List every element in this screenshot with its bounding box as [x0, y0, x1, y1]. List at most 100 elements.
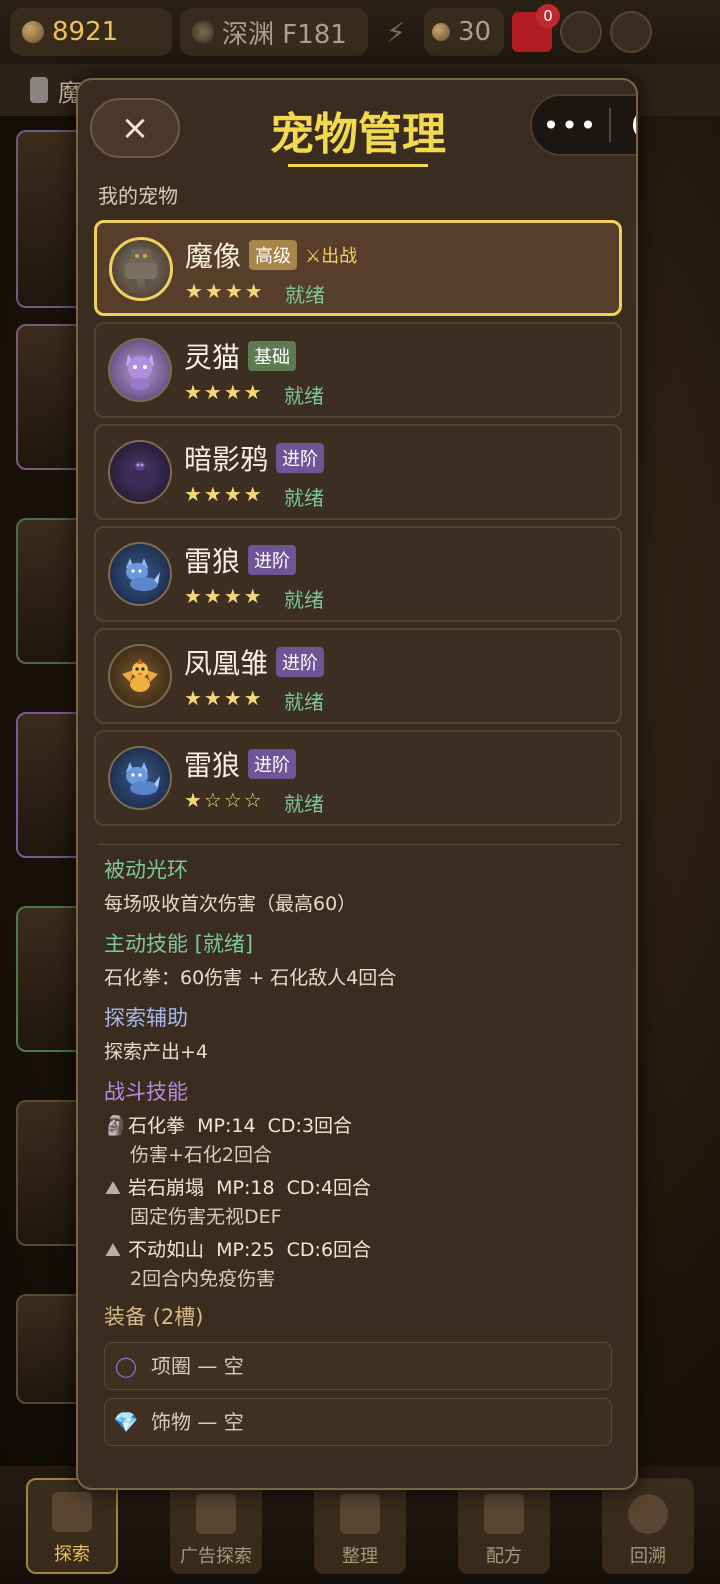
- mountain-icon: ⛰: [105, 1177, 121, 1199]
- nav-rewind[interactable]: 回溯: [602, 1478, 694, 1574]
- cat-shape: [126, 354, 154, 390]
- golem-shape: [125, 249, 157, 289]
- wolf-shape: [126, 558, 160, 591]
- notification-badge: 0: [536, 4, 560, 28]
- nav-label: 回溯: [630, 1546, 666, 1567]
- pet-name-row: 灵猫 基础: [184, 336, 297, 376]
- pet-name-row: 凤凰雏 进阶: [184, 642, 325, 682]
- pet-name-row: 魔像 高级 ⚔出战: [185, 235, 357, 275]
- mountain-icon: ⛰: [105, 1239, 121, 1261]
- star-rating: ★☆☆☆: [184, 788, 264, 812]
- pet-card[interactable]: 雷狼 进阶 ★☆☆☆ 就绪: [94, 730, 622, 826]
- pet-name: 雷狼: [184, 749, 241, 782]
- tier-badge: 进阶: [248, 545, 297, 575]
- skill-desc: 伤害+石化2回合: [130, 1144, 273, 1166]
- pet-name-row: 暗影鸦 进阶: [184, 438, 325, 478]
- nav-recipe[interactable]: 配方: [458, 1478, 550, 1574]
- title-underline: [288, 164, 428, 167]
- miniprogram-capsule: •••: [530, 94, 636, 156]
- nav-organize[interactable]: 整理: [314, 1478, 406, 1574]
- skill-desc: 2回合内免疫伤害: [130, 1268, 276, 1290]
- tier-badge: 基础: [248, 341, 297, 371]
- exit-miniprogram-button[interactable]: [611, 109, 636, 141]
- wolf-avatar-icon: [108, 542, 172, 606]
- nav-label: 配方: [486, 1546, 522, 1567]
- nav-label: 广告探索: [180, 1546, 252, 1567]
- lightning-icon[interactable]: ⚡: [376, 16, 416, 49]
- pet-card[interactable]: 灵猫 基础 ★★★★ 就绪: [94, 322, 622, 418]
- pet-card[interactable]: 暗影鸦 进阶 ★★★★ 就绪: [94, 424, 622, 520]
- pet-name-row: 雷狼 进阶: [184, 744, 297, 784]
- pet-card[interactable]: 魔像 高级 ⚔出战 ★★★★ 就绪: [94, 220, 622, 316]
- pet-status: 就绪: [284, 588, 324, 612]
- skill-mp: MP:18: [216, 1177, 275, 1199]
- box-icon: [340, 1494, 380, 1534]
- wolf-avatar-icon: [108, 746, 172, 810]
- skill-line: 🗿石化拳 MP:14 CD:3回合: [104, 1117, 624, 1136]
- pet-name: 灵猫: [184, 341, 241, 374]
- pet-status: 就绪: [284, 486, 324, 510]
- battle-skill: ⛰ 岩石崩塌 MP:18 CD:4回合 固定伤害无视DEF: [104, 1179, 624, 1227]
- dungeon-icon: [192, 21, 214, 43]
- tier-badge: 进阶: [248, 749, 297, 779]
- pet-status: 就绪: [285, 283, 325, 307]
- equipment-slot-collar[interactable]: ◯ 项圈 — 空: [104, 1342, 612, 1390]
- map-icon: [52, 1492, 92, 1532]
- star-rating: ★★★★: [184, 482, 264, 506]
- target-icon: [633, 109, 636, 141]
- star-rating: ★★★★: [185, 279, 265, 303]
- pet-status: 就绪: [284, 792, 324, 816]
- coin-value: 8921: [52, 17, 119, 47]
- pet-card[interactable]: 雷狼 进阶 ★★★★ 就绪: [94, 526, 622, 622]
- slot-label: 项圈 — 空: [151, 1354, 244, 1378]
- raven-avatar-icon: [108, 440, 172, 504]
- passive-text: 每场吸收首次伤害（最高60）: [104, 893, 357, 915]
- settings-gear-icon[interactable]: [610, 11, 652, 53]
- clock-icon: [628, 1494, 668, 1534]
- tier-badge: 进阶: [276, 443, 325, 473]
- card-counter: 30: [424, 8, 504, 56]
- pet-name: 暗影鸦: [184, 443, 269, 476]
- skill-cd: CD:3回合: [267, 1115, 353, 1137]
- battle-skill: 🗿石化拳 MP:14 CD:3回合 伤害+石化2回合: [104, 1117, 624, 1165]
- diamond-icon: 💎: [113, 1410, 139, 1434]
- golem-avatar-icon: [109, 237, 173, 301]
- nav-label: 探索: [54, 1544, 90, 1565]
- scroll-icon: [484, 1494, 524, 1534]
- active-skill-heading: 主动技能 [就绪]: [104, 932, 254, 956]
- star-rating: ★★★★: [184, 380, 264, 404]
- wolf-shape: [126, 762, 160, 795]
- chest-icon: [196, 1494, 236, 1534]
- nav-explore[interactable]: 探索: [26, 1478, 118, 1574]
- pet-card[interactable]: 凤凰雏 进阶 ★★★★ 就绪: [94, 628, 622, 724]
- equipment-heading: 装备 (2槽): [104, 1305, 204, 1329]
- raven-shape: [120, 458, 160, 488]
- pet-status: 就绪: [284, 690, 324, 714]
- floor-indicator: 深渊 F181: [180, 8, 368, 56]
- skill-desc: 固定伤害无视DEF: [130, 1206, 282, 1228]
- nav-ad-explore[interactable]: 广告探索: [170, 1478, 262, 1574]
- card-value: 30: [458, 17, 492, 47]
- gift-bag-icon[interactable]: 0: [512, 4, 560, 52]
- card-icon: [432, 23, 450, 41]
- pet-detail-panel: 被动光环 每场吸收首次伤害（最高60） 主动技能 [就绪] 石化拳：60伤害 +…: [104, 860, 624, 1454]
- equipment-slot-accessory[interactable]: 💎 饰物 — 空: [104, 1398, 612, 1446]
- pet-name-row: 雷狼 进阶: [184, 540, 297, 580]
- battle-skill: ⛰ 不动如山 MP:25 CD:6回合 2回合内免疫伤害: [104, 1241, 624, 1289]
- skill-name: 岩石崩塌: [128, 1177, 205, 1199]
- avatar-button[interactable]: [560, 11, 602, 53]
- skill-cd: CD:4回合: [286, 1177, 372, 1199]
- skill-cd: CD:6回合: [286, 1239, 372, 1261]
- explore-assist-text: 探索产出+4: [104, 1041, 209, 1063]
- star-rating: ★★★★: [184, 584, 264, 608]
- phoenix-shape: [122, 658, 158, 692]
- pet-name: 魔像: [185, 240, 242, 273]
- tier-badge: 高级: [249, 240, 298, 270]
- cat-avatar-icon: [108, 338, 172, 402]
- slot-label: 饰物 — 空: [151, 1410, 244, 1434]
- floor-value: 深渊 F181: [222, 19, 347, 50]
- active-skill-text: 石化拳：60伤害 + 石化敌人4回合: [104, 967, 397, 989]
- more-icon[interactable]: •••: [532, 109, 609, 142]
- skill-mp: MP:25: [216, 1239, 275, 1261]
- phoenix-avatar-icon: [108, 644, 172, 708]
